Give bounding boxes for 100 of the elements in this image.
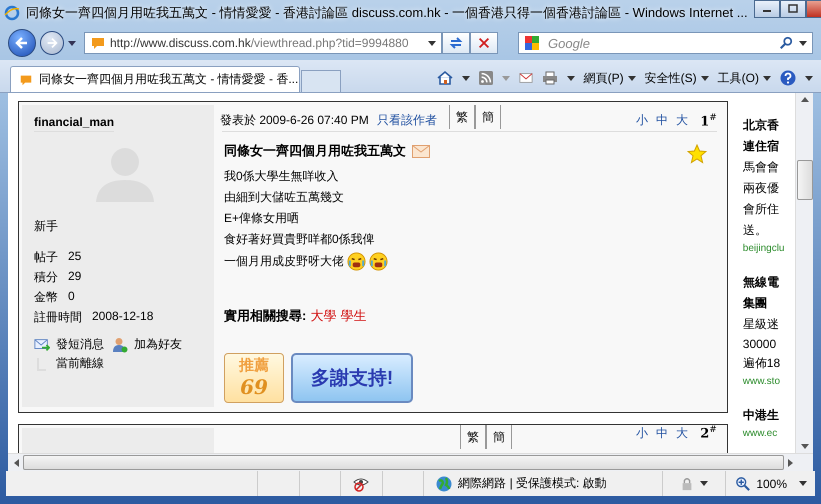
ad-title[interactable]: 連住宿 [742, 138, 796, 155]
crying-emoji-icon [369, 252, 388, 271]
post-text-line: 我0係大學生無咩收入 [224, 168, 339, 185]
related-search-link[interactable]: 大學 [310, 307, 336, 325]
scroll-thumb[interactable] [796, 160, 813, 200]
minimize-button[interactable] [754, 0, 780, 18]
post-text-line: E+俾條女用哂 [224, 210, 300, 227]
printer-icon[interactable] [542, 70, 558, 86]
mail-icon[interactable] [518, 71, 533, 85]
caret-icon [628, 76, 636, 80]
dropdown-caret-icon[interactable] [462, 76, 470, 80]
speech-bubble-icon [90, 35, 106, 51]
search-bar[interactable]: Google [518, 32, 813, 54]
stat-label: 帖子 [34, 249, 58, 266]
toolbar-menu[interactable]: 網頁(P) [584, 70, 636, 86]
back-arrow-icon [14, 35, 30, 51]
font-size-link[interactable]: 小 [636, 425, 648, 442]
scroll-up-icon[interactable] [800, 97, 809, 102]
toolbar-menu[interactable]: 安全性(S) [644, 70, 709, 86]
font-size-link[interactable]: 大 [676, 425, 688, 442]
ad-title[interactable]: 集團 [742, 295, 796, 312]
toolbar-menu[interactable]: 工具(O) [718, 70, 771, 86]
script-toggle[interactable]: 簡 [486, 425, 512, 450]
ad-url[interactable]: www.sto [742, 376, 796, 387]
stat-label: 積分 [34, 269, 58, 286]
ad-text: 會所住 [742, 201, 780, 218]
help-icon[interactable] [780, 70, 796, 86]
script-toggle[interactable]: 繁 [448, 105, 475, 129]
ad-text: 星級迷 [742, 316, 780, 333]
back-button[interactable] [8, 29, 36, 57]
profile-action-link[interactable]: 發短消息 [34, 336, 104, 353]
scroll-left-icon[interactable] [14, 458, 19, 466]
security-zone-text: 網際網路 | 受保護模式: 啟動 [458, 475, 607, 492]
scroll-thumb[interactable] [23, 455, 784, 470]
vertical-scrollbar[interactable] [795, 93, 813, 453]
search-icon[interactable] [779, 36, 793, 50]
post-text-line: 由細到大儲咗五萬幾文 [224, 189, 344, 206]
caret-icon [763, 76, 771, 80]
stat-value: 25 [68, 249, 82, 265]
stat-value: 29 [68, 269, 82, 285]
post-timestamp: 發表於 2009-6-26 07:40 PM [220, 112, 369, 129]
browser-logo-icon [4, 5, 20, 21]
ad-text: 送。 [742, 222, 768, 239]
caret-icon [700, 76, 709, 80]
post-text-line: 食好著好買貴野咩都0係我俾 [224, 231, 375, 248]
browser-tab[interactable]: 同條女一齊四個月用咗我五萬文 - 情情愛愛 - 香... [10, 66, 300, 92]
stat-value: 0 [68, 289, 75, 305]
speech-bubble-icon [19, 72, 33, 86]
dropdown-caret-icon[interactable] [805, 76, 813, 80]
font-size-link[interactable]: 中 [656, 112, 668, 129]
privacy-blocked-icon[interactable] [353, 476, 370, 492]
refresh-button[interactable] [442, 32, 470, 54]
crying-emoji-icon [347, 252, 366, 271]
post-text-line: 一個月用成皮野呀大佬 [224, 253, 344, 270]
ad-text: 馬會會 [742, 159, 780, 176]
user-rank: 新手 [34, 218, 58, 235]
script-toggle[interactable]: 繁 [460, 425, 486, 450]
dropdown-caret-icon[interactable] [566, 76, 575, 80]
ad-title[interactable]: 中港生 [742, 407, 796, 424]
dropdown-caret-icon[interactable] [799, 40, 807, 46]
maximize-icon [786, 4, 799, 14]
dropdown-caret-icon[interactable] [428, 40, 436, 46]
feed-icon[interactable] [478, 71, 493, 85]
script-toggle[interactable]: 簡 [474, 105, 501, 129]
dropdown-caret-icon[interactable] [700, 481, 708, 486]
dropdown-caret-icon[interactable] [68, 40, 76, 46]
home-icon[interactable] [436, 70, 453, 86]
maximize-button[interactable] [780, 0, 806, 18]
forward-button[interactable] [40, 31, 64, 55]
zoom-level[interactable]: 100% [756, 476, 788, 490]
related-search-link[interactable]: 學生 [340, 307, 366, 325]
stat-label: 金幣 [34, 289, 58, 306]
star-icon [686, 144, 707, 164]
ad-title[interactable]: 北京香 [742, 117, 796, 134]
thanks-button[interactable]: 多謝支持! [291, 353, 413, 403]
floor-number: 1$^{#}$ [700, 112, 717, 129]
person-add-icon [112, 336, 128, 352]
only-author-link[interactable]: 只看該作者 [376, 112, 437, 129]
ad-url[interactable]: www.ec [742, 428, 796, 439]
globe-icon [436, 476, 452, 492]
post-title: 同條女一齊四個月用咗我五萬文 [224, 142, 406, 160]
profile-action-link[interactable]: 加為好友 [112, 336, 182, 353]
font-size-link[interactable]: 小 [636, 112, 648, 129]
font-size-link[interactable]: 中 [656, 425, 668, 442]
dropdown-caret-icon[interactable] [799, 481, 808, 486]
forward-arrow-icon [45, 36, 59, 50]
online-status: 當前離線 [56, 355, 104, 372]
address-field[interactable]: http://www.discuss.com.hk/viewthread.php?tid=9994880 [84, 32, 442, 54]
scroll-down-icon[interactable] [800, 444, 809, 449]
scroll-right-icon[interactable] [788, 458, 793, 466]
stop-button[interactable] [470, 32, 498, 54]
floor-number: 2$^{#}$ [700, 425, 717, 442]
horizontal-scrollbar[interactable] [8, 453, 813, 471]
ad-url[interactable]: beijingclu [742, 243, 796, 254]
refresh-icon [448, 35, 464, 51]
zoom-icon[interactable] [736, 476, 750, 490]
author-name[interactable]: financial_man [34, 115, 114, 132]
ad-title[interactable]: 無線電 [742, 274, 796, 291]
stop-icon [477, 36, 491, 50]
font-size-link[interactable]: 大 [676, 112, 688, 129]
